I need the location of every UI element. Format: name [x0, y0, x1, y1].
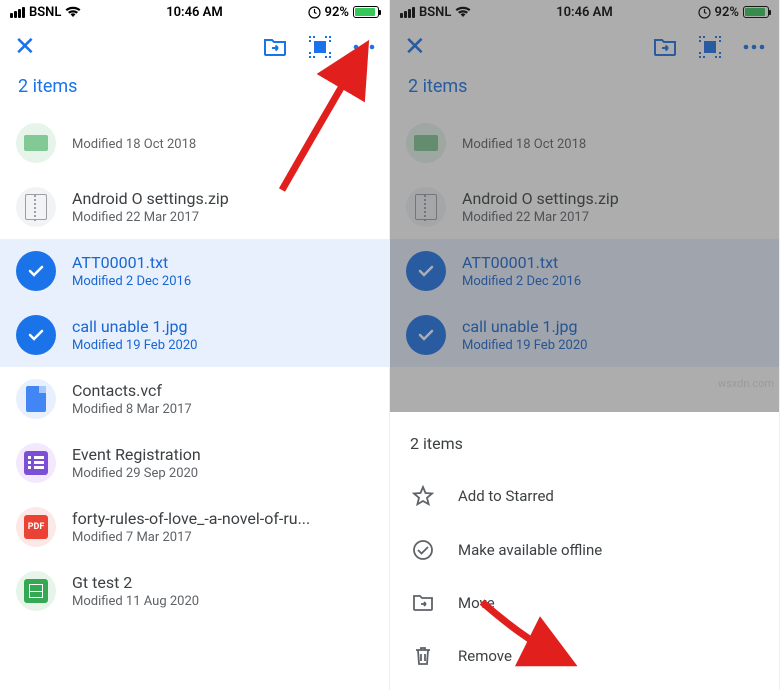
action-label: Add to Starred: [458, 487, 554, 505]
file-modified: Modified 7 Mar 2017: [72, 530, 373, 545]
file-name: Android O settings.zip: [72, 189, 373, 208]
action-offline[interactable]: Make available offline: [390, 523, 779, 577]
file-modified: Modified 29 Sep 2020: [72, 466, 373, 481]
zip-icon: [16, 187, 56, 227]
file-list: Modified 18 Oct 2018 Android O settings.…: [0, 111, 389, 623]
trash-icon: [412, 645, 434, 667]
star-icon: [412, 485, 434, 507]
file-modified: Modified 22 Mar 2017: [72, 210, 373, 225]
more-options-icon[interactable]: [353, 44, 375, 50]
sheets-icon: [16, 571, 56, 611]
carrier-label: BSNL: [29, 5, 61, 20]
signal-icon: [10, 7, 25, 18]
offline-icon: [412, 539, 434, 561]
file-name: Gt test 2: [72, 573, 373, 592]
move-folder-icon[interactable]: [263, 37, 287, 57]
status-time: 10:46 AM: [166, 5, 223, 20]
file-modified: Modified 18 Oct 2018: [72, 137, 373, 152]
watermark: wsxdn.com: [718, 377, 774, 390]
action-remove[interactable]: Remove: [390, 629, 779, 683]
battery-icon: [353, 6, 379, 18]
selection-count: 2 items: [0, 70, 389, 111]
file-row[interactable]: Modified 18 Oct 2018: [0, 111, 389, 175]
action-sheet: 2 items Add to Starred Make available of…: [390, 412, 779, 690]
action-label: Move: [458, 594, 495, 612]
select-all-icon[interactable]: [309, 36, 331, 58]
file-name: Event Registration: [72, 445, 373, 464]
file-name: call unable 1.jpg: [72, 317, 373, 336]
file-row-selected[interactable]: ATT00001.txt Modified 2 Dec 2016: [0, 239, 389, 303]
file-name: ATT00001.txt: [72, 253, 373, 272]
action-add-starred[interactable]: Add to Starred: [390, 469, 779, 523]
doc-icon: [16, 379, 56, 419]
file-row[interactable]: PDF forty-rules-of-love_-a-novel-of-ru..…: [0, 495, 389, 559]
close-button[interactable]: ✕: [14, 32, 36, 62]
pane-right: BSNL 10:46 AM 92% ✕: [390, 0, 780, 690]
pdf-icon: PDF: [16, 507, 56, 547]
file-row[interactable]: Android O settings.zip Modified 22 Mar 2…: [0, 175, 389, 239]
forms-icon: [16, 443, 56, 483]
modal-scrim[interactable]: [390, 0, 779, 412]
file-name: forty-rules-of-love_-a-novel-of-ru...: [72, 509, 373, 528]
file-modified: Modified 19 Feb 2020: [72, 338, 373, 353]
checkmark-icon: [16, 251, 56, 291]
status-bar: BSNL 10:46 AM 92%: [0, 0, 389, 24]
folder-move-icon: [412, 593, 434, 613]
file-row[interactable]: Event Registration Modified 29 Sep 2020: [0, 431, 389, 495]
checkmark-icon: [16, 315, 56, 355]
file-type-icon: [16, 123, 56, 163]
clock-icon: [308, 6, 321, 19]
action-move[interactable]: Move: [390, 577, 779, 629]
pane-left: BSNL 10:46 AM 92% ✕ 2 item: [0, 0, 390, 690]
file-row-selected[interactable]: call unable 1.jpg Modified 19 Feb 2020: [0, 303, 389, 367]
wifi-icon: [65, 6, 81, 18]
file-row[interactable]: Contacts.vcf Modified 8 Mar 2017: [0, 367, 389, 431]
action-label: Remove: [458, 647, 512, 665]
sheet-title: 2 items: [390, 424, 779, 469]
file-modified: Modified 8 Mar 2017: [72, 402, 373, 417]
file-name: Contacts.vcf: [72, 381, 373, 400]
app-bar: ✕: [0, 24, 389, 70]
file-row[interactable]: Gt test 2 Modified 11 Aug 2020: [0, 559, 389, 623]
file-modified: Modified 2 Dec 2016: [72, 274, 373, 289]
file-modified: Modified 11 Aug 2020: [72, 594, 373, 609]
battery-pct: 92%: [325, 5, 349, 20]
action-label: Make available offline: [458, 541, 602, 559]
